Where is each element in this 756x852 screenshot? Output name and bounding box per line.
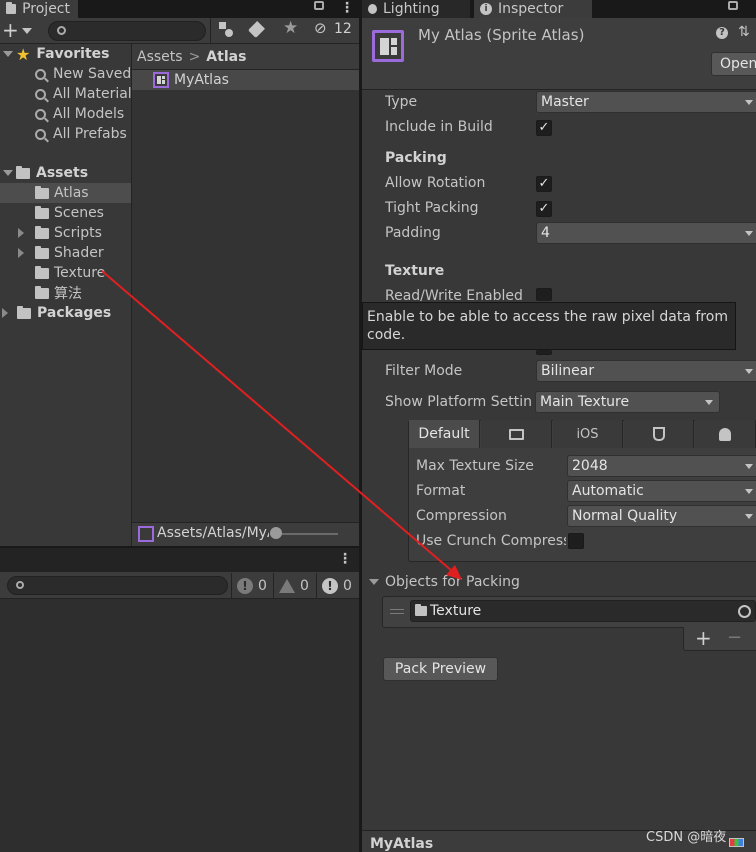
annotation-arrow — [101, 270, 462, 580]
annotation-arrow-line — [101, 270, 453, 572]
